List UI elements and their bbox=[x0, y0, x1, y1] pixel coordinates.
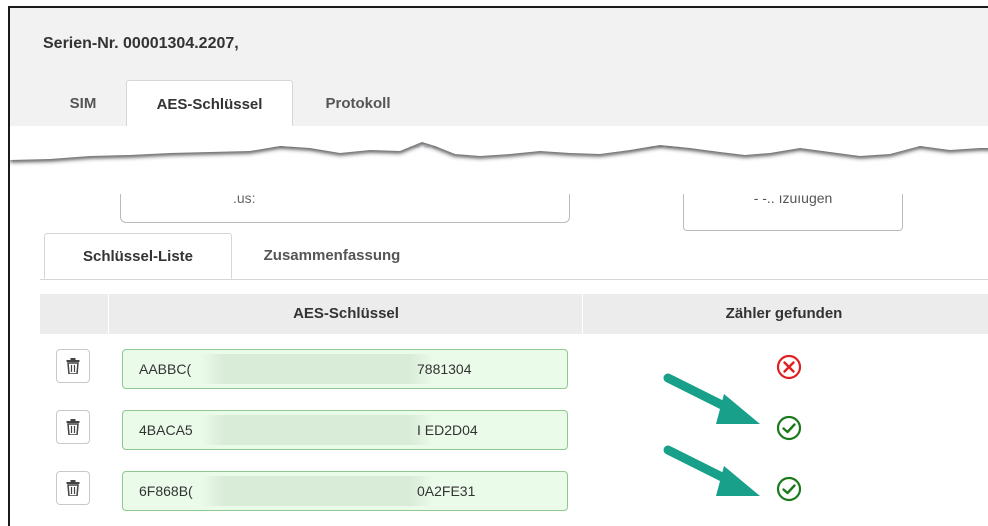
window-frame: Serien-Nr. 00001304.2207, SIM AES-Schlüs… bbox=[8, 6, 988, 526]
torn-edge bbox=[10, 126, 988, 186]
check-circle-icon bbox=[776, 415, 802, 441]
sub-tabs: Schlüssel-Liste Zusammenfassung bbox=[40, 233, 988, 280]
trash-icon bbox=[66, 480, 80, 496]
panel-header: Serien-Nr. 00001304.2207, bbox=[10, 8, 988, 81]
column-header-aes-key: AES-Schlüssel bbox=[108, 294, 583, 334]
main-tabs: SIM AES-Schlüssel Protokoll bbox=[10, 80, 988, 129]
trash-icon bbox=[66, 358, 80, 374]
table-row: 4BACA5 I ED2D04 bbox=[40, 410, 988, 470]
aes-key-start: AABBC( bbox=[139, 361, 192, 377]
aes-key-end: 7881304 bbox=[417, 361, 472, 377]
redaction-blur bbox=[201, 476, 433, 506]
check-circle-icon bbox=[776, 476, 802, 502]
arrow-icon bbox=[663, 445, 760, 496]
delete-button[interactable] bbox=[56, 471, 90, 505]
aes-key-input[interactable]: 4BACA5 I ED2D04 bbox=[122, 410, 568, 450]
tab-aes-schluessel[interactable]: AES-Schlüssel bbox=[126, 80, 293, 128]
delete-button[interactable] bbox=[56, 410, 90, 444]
arrow-icon bbox=[663, 373, 760, 424]
table-row: AABBC( 7881304 bbox=[40, 349, 988, 409]
aes-key-input[interactable]: 6F868B( 0A2FE31 bbox=[122, 471, 568, 511]
redaction-blur bbox=[201, 415, 433, 445]
partial-input-field[interactable]: .us: bbox=[120, 190, 570, 223]
trash-icon bbox=[66, 419, 80, 435]
partial-add-button[interactable]: - -.. ızuıugen bbox=[683, 190, 903, 231]
partial-button-label: - -.. ızuıugen bbox=[753, 190, 833, 206]
tab-protokoll[interactable]: Protokoll bbox=[293, 80, 423, 128]
tab-zusammenfassung[interactable]: Zusammenfassung bbox=[232, 233, 432, 279]
tab-schluessel-liste[interactable]: Schlüssel-Liste bbox=[44, 233, 232, 279]
page-title: Serien-Nr. 00001304.2207, bbox=[43, 35, 239, 52]
aes-key-end: I ED2D04 bbox=[417, 422, 478, 438]
aes-key-start: 6F868B( bbox=[139, 483, 193, 499]
aes-key-input[interactable]: AABBC( 7881304 bbox=[122, 349, 568, 389]
aes-key-end: 0A2FE31 bbox=[417, 483, 476, 499]
table-row: 6F868B( 0A2FE31 bbox=[40, 471, 988, 526]
x-circle-icon bbox=[776, 354, 802, 380]
column-header-counter-found: Zähler gefunden bbox=[582, 294, 985, 334]
delete-button[interactable] bbox=[56, 349, 90, 383]
partial-input-text: .us: bbox=[233, 190, 256, 206]
table-header: AES-Schlüssel Zähler gefunden bbox=[40, 294, 988, 334]
tab-sim[interactable]: SIM bbox=[40, 80, 126, 128]
aes-key-start: 4BACA5 bbox=[139, 422, 193, 438]
redaction-blur bbox=[201, 354, 433, 384]
